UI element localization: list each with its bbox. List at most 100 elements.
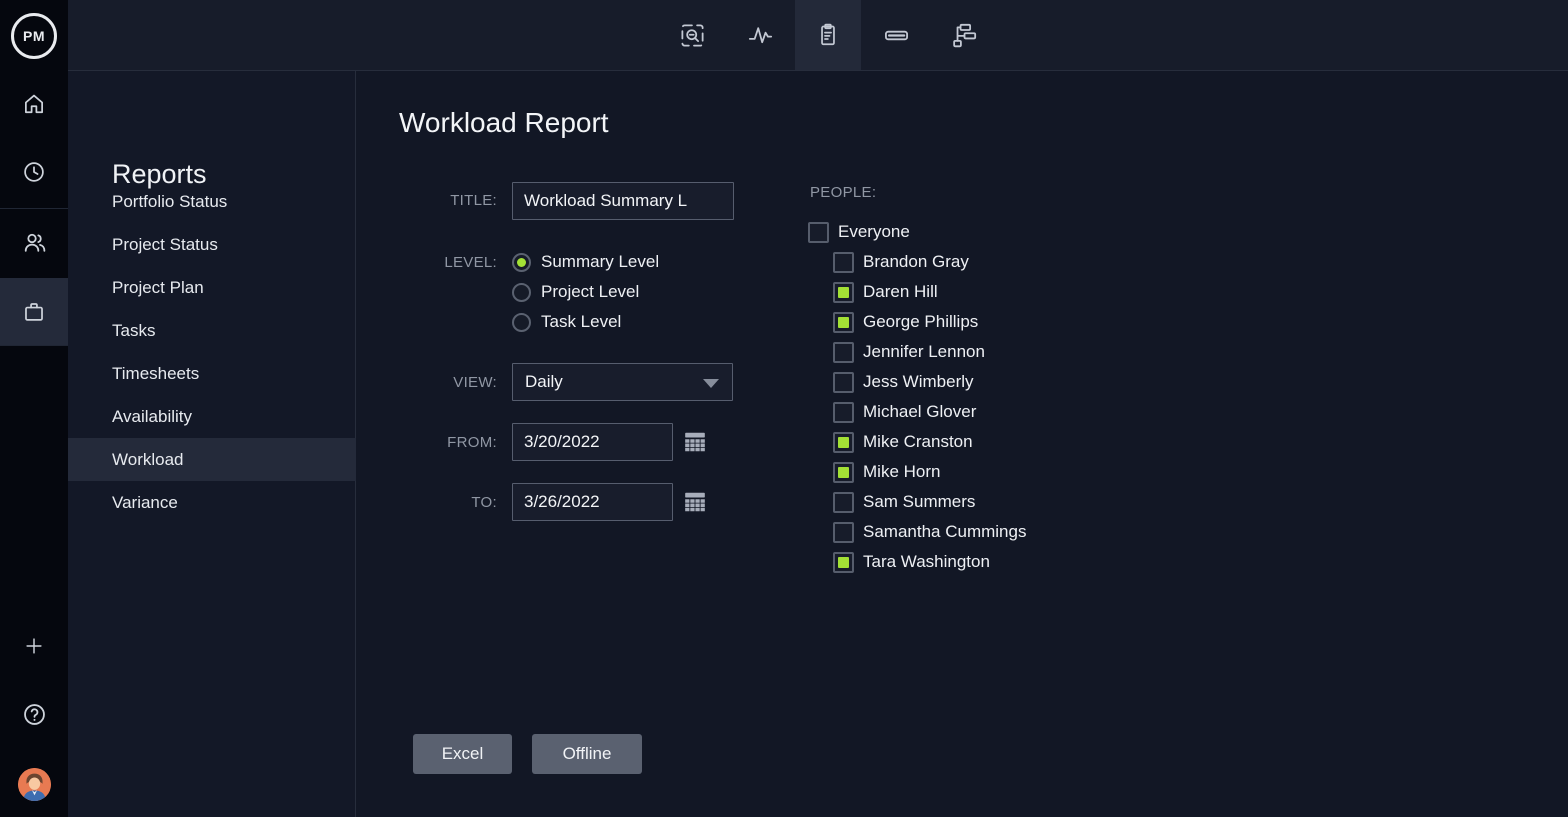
to-calendar-button[interactable] — [683, 490, 707, 514]
to-date-input[interactable] — [512, 483, 673, 521]
pm-logo[interactable]: PM — [0, 0, 68, 71]
person-checkbox[interactable] — [833, 431, 854, 453]
people-label: PEOPLE: — [810, 184, 877, 201]
person-name: Jennifer Lennon — [863, 342, 985, 361]
rail-divider — [0, 345, 68, 346]
from-calendar-button[interactable] — [683, 430, 707, 454]
report-title-input[interactable] — [512, 182, 734, 220]
activity-icon — [747, 22, 774, 49]
zoom-area-icon — [679, 22, 706, 49]
person-name: Jess Wimberly — [863, 372, 974, 391]
users-icon — [21, 229, 48, 256]
level-option-project-level[interactable]: Project Level — [512, 277, 659, 307]
person-row-brandon-gray[interactable]: Brandon Gray — [833, 247, 1026, 277]
person-row-samantha-cummings[interactable]: Samantha Cummings — [833, 517, 1026, 547]
reports-sidebar: Reports Portfolio Status Project Status Pr… — [68, 71, 356, 817]
report-icon — [815, 22, 841, 48]
rail-item-help[interactable] — [0, 686, 68, 742]
person-name: Michael Glover — [863, 402, 977, 421]
person-name: George Phillips — [863, 312, 979, 331]
plus-icon — [23, 635, 45, 657]
everyone-label: Everyone — [838, 222, 910, 241]
person-row-mike-horn[interactable]: Mike Horn — [833, 457, 1026, 487]
person-row-jess-wimberly[interactable]: Jess Wimberly — [833, 367, 1026, 397]
calendar-icon — [683, 489, 707, 516]
level-option-label: Project Level — [541, 282, 640, 301]
person-name: Samantha Cummings — [863, 522, 1027, 541]
sidebar-item-project-status[interactable]: Project Status — [68, 223, 356, 266]
person-name: Tara Washington — [863, 552, 990, 571]
rail-item-home[interactable] — [0, 76, 68, 132]
level-option-task-level[interactable]: Task Level — [512, 307, 659, 337]
everyone-checkbox[interactable] — [808, 221, 829, 243]
top-tab-zoom-area[interactable] — [659, 0, 725, 70]
view-label: VIEW: — [453, 374, 497, 391]
rail-item-plus[interactable] — [0, 618, 68, 674]
sidebar-item-workload[interactable]: Workload — [68, 438, 356, 481]
person-checkbox[interactable] — [833, 341, 854, 363]
person-name: Mike Horn — [863, 462, 941, 481]
person-checkbox[interactable] — [833, 521, 854, 543]
person-row-george-phillips[interactable]: George Phillips — [833, 307, 1026, 337]
sidebar-item-timesheets[interactable]: Timesheets — [68, 352, 356, 395]
level-option-summary-level[interactable]: Summary Level — [512, 247, 659, 277]
home-icon — [21, 91, 47, 117]
top-tab-card[interactable] — [863, 0, 929, 70]
rail-divider — [0, 208, 68, 209]
person-checkbox[interactable] — [833, 281, 854, 303]
person-name: Mike Cranston — [863, 432, 973, 451]
person-checkbox[interactable] — [833, 251, 854, 273]
everyone-row[interactable]: Everyone — [808, 217, 910, 247]
rail-item-clock[interactable] — [0, 144, 68, 200]
person-row-michael-glover[interactable]: Michael Glover — [833, 397, 1026, 427]
radio-button[interactable] — [512, 252, 531, 272]
person-row-sam-summers[interactable]: Sam Summers — [833, 487, 1026, 517]
top-tab-activity[interactable] — [727, 0, 793, 70]
calendar-icon — [683, 429, 707, 456]
person-checkbox[interactable] — [833, 551, 854, 573]
chevron-down-icon — [703, 379, 719, 388]
radio-button[interactable] — [512, 312, 531, 332]
offline-button[interactable]: Offline — [532, 734, 642, 774]
person-row-jennifer-lennon[interactable]: Jennifer Lennon — [833, 337, 1026, 367]
workflow-icon — [951, 22, 978, 49]
sidebar-item-tasks[interactable]: Tasks — [68, 309, 356, 352]
title-label: TITLE: — [450, 192, 497, 209]
left-rail — [0, 71, 68, 817]
person-checkbox[interactable] — [833, 371, 854, 393]
person-checkbox[interactable] — [833, 461, 854, 483]
person-checkbox[interactable] — [833, 311, 854, 333]
top-tab-workflow[interactable] — [931, 0, 997, 70]
level-option-label: Summary Level — [541, 252, 660, 271]
main-content: Workload Report TITLE: LEVEL: Summary Le… — [357, 71, 1568, 817]
person-name: Brandon Gray — [863, 252, 969, 271]
sidebar-item-portfolio-status[interactable]: Portfolio Status — [68, 180, 356, 223]
card-icon — [883, 22, 910, 49]
rail-item-briefcase[interactable] — [0, 278, 68, 345]
view-dropdown[interactable]: Daily — [512, 363, 733, 401]
person-checkbox[interactable] — [833, 491, 854, 513]
top-tab-report[interactable] — [795, 0, 861, 70]
excel-button[interactable]: Excel — [413, 734, 512, 774]
person-row-mike-cranston[interactable]: Mike Cranston — [833, 427, 1026, 457]
level-label: LEVEL: — [444, 254, 497, 271]
sidebar-item-availability[interactable]: Availability — [68, 395, 356, 438]
app-window: PM Reports Portfolio Status Project Statu… — [0, 0, 1568, 817]
sidebar-item-project-plan[interactable]: Project Plan — [68, 266, 356, 309]
person-checkbox[interactable] — [833, 401, 854, 423]
from-label: FROM: — [447, 434, 497, 451]
rail-item-users[interactable] — [0, 214, 68, 270]
pm-logo-icon: PM — [11, 12, 57, 59]
help-icon — [21, 701, 48, 728]
radio-button[interactable] — [512, 282, 531, 302]
person-row-tara-washington[interactable]: Tara Washington — [833, 547, 1026, 577]
people-list: Brandon Gray Daren Hill George Phillips … — [833, 247, 1026, 577]
sidebar-item-variance[interactable]: Variance — [68, 481, 356, 524]
level-option-label: Task Level — [541, 312, 622, 331]
top-bar: PM — [0, 0, 1568, 71]
person-row-daren-hill[interactable]: Daren Hill — [833, 277, 1026, 307]
rail-item-avatar[interactable] — [0, 756, 68, 812]
from-date-input[interactable] — [512, 423, 673, 461]
user-avatar — [17, 767, 51, 801]
briefcase-icon — [21, 299, 47, 325]
